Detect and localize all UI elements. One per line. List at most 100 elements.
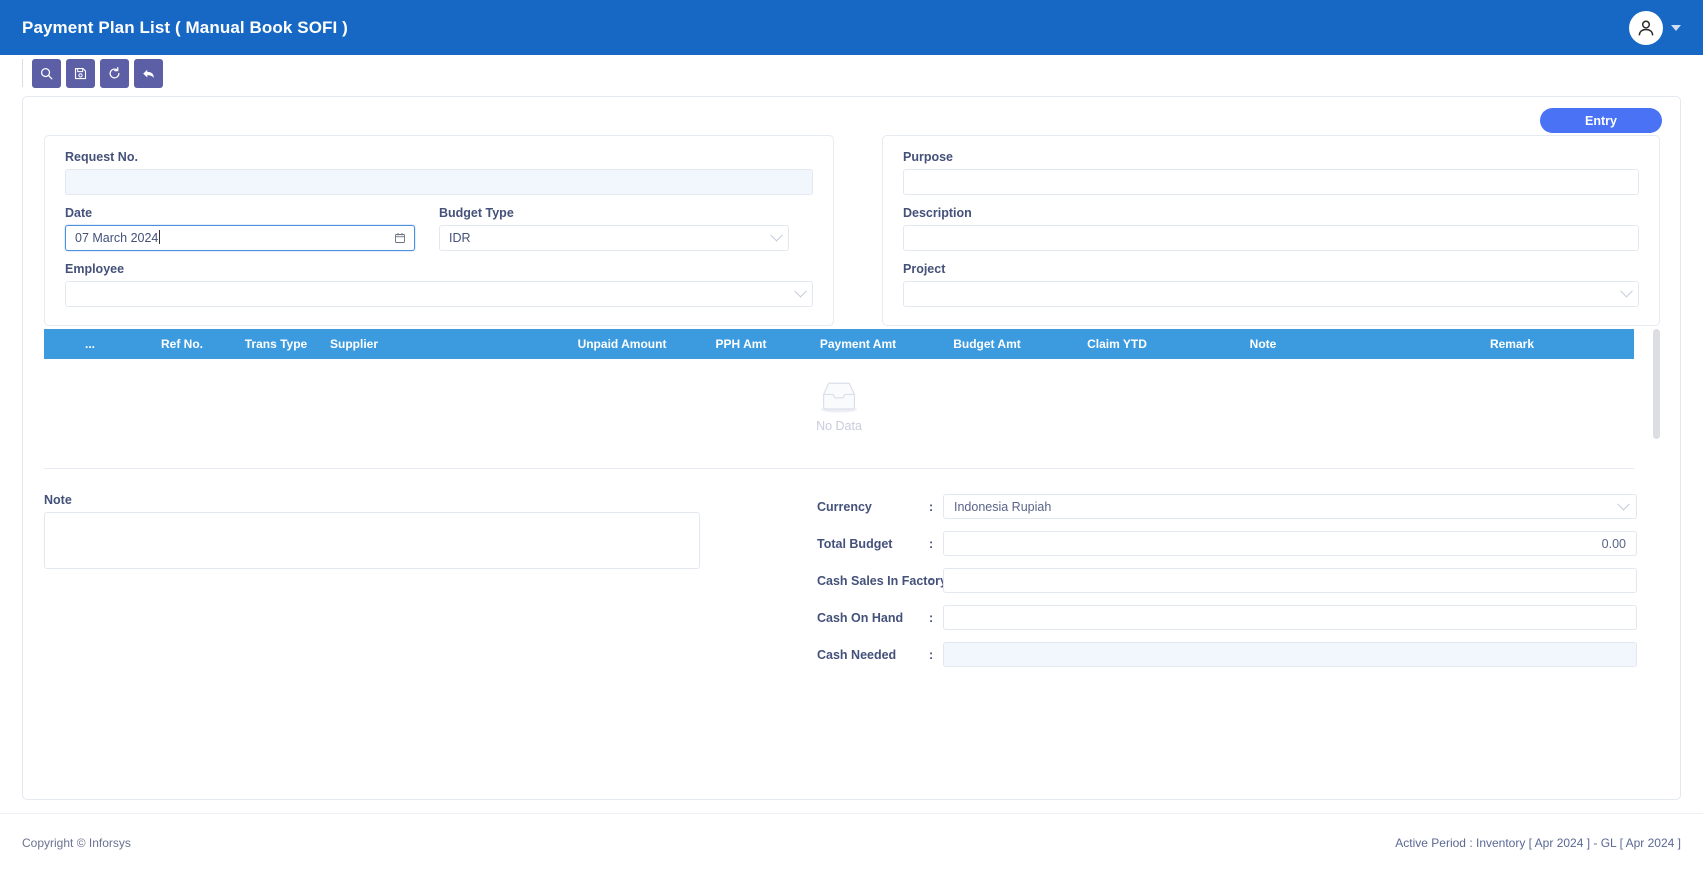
summary-label: Currency — [817, 499, 872, 514]
table-column-header[interactable]: PPH Amt — [686, 337, 796, 351]
table-column-header[interactable]: Remark — [1346, 337, 1540, 351]
toolbar-divider — [22, 59, 23, 87]
summary-row: Cash Sales In Factory: — [817, 567, 1637, 594]
purpose-label: Purpose — [903, 150, 954, 164]
field-employee: Employee — [65, 262, 813, 307]
table-column-header[interactable]: Note — [1180, 337, 1346, 351]
app-header: Payment Plan List ( Manual Book SOFI ) — [0, 0, 1703, 55]
summary-field-wrap — [943, 568, 1637, 593]
project-select-wrap — [903, 281, 1639, 307]
note-block: Note — [44, 493, 724, 574]
summary-field-wrap — [943, 531, 1637, 556]
refresh-icon — [109, 66, 120, 78]
note-textarea[interactable] — [44, 512, 700, 569]
text-cursor — [159, 230, 161, 244]
summary-fields: Currency:Total Budget:Cash Sales In Fact… — [817, 493, 1637, 668]
table-body: No Data — [44, 359, 1634, 469]
table-column-header[interactable]: Supplier — [324, 337, 558, 351]
summary-label: Cash On Hand — [817, 610, 904, 625]
save-icon — [74, 67, 87, 79]
summary-input-cash-needed[interactable] — [943, 642, 1637, 667]
project-label: Project — [903, 262, 946, 276]
payment-plan-table: ... Ref No. Trans Type Supplier Unpaid Amoun… — [44, 329, 1660, 471]
request-no-input[interactable] — [65, 169, 813, 195]
summary-colon: : — [929, 573, 934, 588]
refresh-button[interactable] — [100, 58, 129, 88]
table-column-header[interactable]: Claim YTD — [1054, 337, 1180, 351]
table-column-header[interactable]: Ref No. — [136, 337, 228, 351]
summary-colon: : — [929, 499, 934, 514]
date-budget-row: Date 07 March 2024 Budget Type IDR — [65, 206, 813, 262]
purpose-input[interactable] — [903, 169, 1639, 195]
inbox-icon — [821, 382, 857, 413]
back-arrow-icon — [143, 69, 154, 78]
note-label: Note — [44, 493, 72, 507]
empty-state-label: No Data — [816, 419, 862, 433]
summary-input-cash-sales-in-factory[interactable] — [943, 568, 1637, 593]
summary-colon: : — [929, 647, 934, 662]
table-column-header[interactable]: Payment Amt — [796, 337, 920, 351]
save-button[interactable] — [66, 58, 95, 88]
summary-row: Total Budget: — [817, 530, 1637, 557]
employee-select-wrap — [65, 281, 813, 307]
summary-input-total-budget[interactable] — [943, 531, 1637, 556]
summary-field-wrap — [943, 494, 1637, 519]
avatar[interactable] — [1629, 10, 1663, 45]
table-column-header[interactable]: Unpaid Amount — [558, 337, 686, 351]
description-input[interactable] — [903, 225, 1639, 251]
back-button[interactable] — [134, 58, 163, 88]
calendar-icon[interactable] — [394, 232, 406, 244]
search-icon — [40, 67, 53, 79]
request-no-label: Request No. — [65, 150, 138, 164]
table-vertical-scrollbar[interactable] — [1653, 329, 1660, 471]
project-select[interactable] — [903, 281, 1639, 307]
summary-label: Total Budget — [817, 536, 893, 551]
table-column-header[interactable]: Trans Type — [228, 337, 324, 351]
caret-down-icon[interactable] — [1671, 24, 1681, 31]
main-content-card: Entry Request No. Date 07 March 2024 Bud… — [22, 96, 1681, 800]
field-description: Description — [903, 206, 1639, 251]
summary-input-cash-on-hand[interactable] — [943, 605, 1637, 630]
field-budget-type: Budget Type — [439, 206, 789, 262]
request-info-panel: Request No. Date 07 March 2024 Budget Ty… — [44, 135, 834, 326]
empty-state: No Data — [44, 379, 1634, 433]
budget-type-select[interactable] — [439, 225, 789, 251]
scrollbar-thumb[interactable] — [1653, 329, 1660, 439]
active-period-text: Active Period : Inventory [ Apr 2024 ] -… — [1395, 835, 1681, 850]
summary-row: Cash Needed: — [817, 641, 1637, 668]
date-value: 07 March 2024 — [75, 231, 159, 245]
summary-input-currency[interactable] — [943, 494, 1637, 519]
table-header-row: ... Ref No. Trans Type Supplier Unpaid Amoun… — [44, 329, 1634, 359]
summary-field-wrap — [943, 605, 1637, 630]
entry-action-row: Entry — [1540, 108, 1662, 133]
page-footer: Copyright © Inforsys Active Period : Inv… — [0, 813, 1703, 871]
bottom-section: Note Currency:Total Budget:Cash Sales In… — [44, 493, 1660, 667]
summary-label: Cash Sales In Factory — [817, 573, 947, 588]
summary-colon: : — [929, 610, 934, 625]
user-icon — [1638, 19, 1654, 35]
table-column-header[interactable]: Budget Amt — [920, 337, 1054, 351]
employee-label: Employee — [65, 262, 125, 276]
copyright-text: Copyright © Inforsys — [22, 835, 131, 850]
budget-type-label: Budget Type — [439, 206, 514, 220]
summary-field-wrap — [943, 642, 1637, 667]
date-input[interactable]: 07 March 2024 — [65, 225, 415, 251]
search-button[interactable] — [32, 58, 61, 88]
budget-type-select-wrap — [439, 225, 789, 251]
field-project: Project — [903, 262, 1639, 307]
toolbar — [0, 55, 1703, 91]
header-user-menu[interactable] — [1629, 10, 1681, 45]
purpose-info-panel: Purpose Description Project — [882, 135, 1660, 326]
field-request-no: Request No. — [65, 150, 813, 195]
table-column-header[interactable]: ... — [44, 337, 136, 351]
summary-colon: : — [929, 536, 934, 551]
page-title: Payment Plan List ( Manual Book SOFI ) — [22, 17, 348, 37]
summary-label: Cash Needed — [817, 647, 897, 662]
summary-row: Cash On Hand: — [817, 604, 1637, 631]
field-date: Date 07 March 2024 — [65, 206, 415, 251]
employee-select[interactable] — [65, 281, 813, 307]
description-label: Description — [903, 206, 972, 220]
field-purpose: Purpose — [903, 150, 1639, 195]
entry-button[interactable]: Entry — [1540, 108, 1662, 133]
form-panels: Request No. Date 07 March 2024 Budget Ty… — [44, 135, 1660, 326]
